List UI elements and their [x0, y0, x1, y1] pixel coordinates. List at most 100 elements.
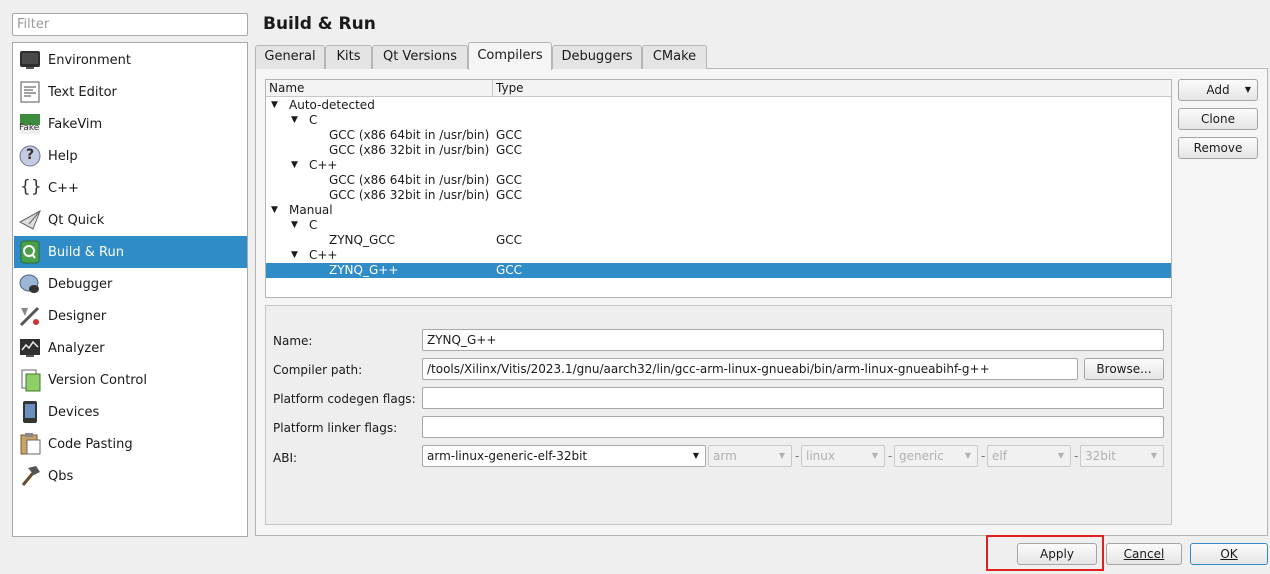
tab-qt-versions[interactable]: Qt Versions — [372, 45, 468, 69]
tab-cmake[interactable]: CMake — [642, 45, 707, 69]
braces-icon: {} — [20, 177, 42, 197]
sidebar-item-label: C++ — [48, 180, 79, 196]
sidebar-item-label: Devices — [48, 404, 100, 420]
abi-arch-select[interactable]: arm ▼ — [708, 445, 792, 467]
debugger-icon — [18, 272, 42, 296]
name-field[interactable]: ZYNQ_G++ — [422, 329, 1164, 351]
sidebar-item-designer[interactable]: Designer — [14, 300, 247, 332]
tab-kits[interactable]: Kits — [325, 45, 372, 69]
tree-row[interactable]: GCC (x86 32bit in /usr/bin) GCC — [266, 143, 1171, 158]
paper-plane-icon — [18, 208, 42, 232]
dropdown-arrow-icon: ▼ — [1150, 451, 1157, 460]
tab-general[interactable]: General — [255, 45, 325, 69]
dropdown-arrow-icon: ▼ — [1057, 451, 1064, 460]
compiler-path-label: Compiler path: — [273, 363, 363, 377]
hammer-icon — [18, 464, 42, 488]
tree-row[interactable]: ▼ Auto-detected — [266, 98, 1171, 113]
sidebar-item-text-editor[interactable]: Text Editor — [14, 76, 247, 108]
tree-row[interactable]: ▼ C++ — [266, 158, 1171, 173]
sidebar-item-label: Code Pasting — [48, 436, 133, 452]
linker-flags-label: Platform linker flags: — [273, 421, 398, 435]
abi-select[interactable]: arm-linux-generic-elf-32bit ▼ — [422, 445, 706, 467]
tree-row[interactable]: GCC (x86 32bit in /usr/bin) GCC — [266, 188, 1171, 203]
monitor-icon — [18, 48, 42, 72]
dropdown-arrow-icon: ▼ — [871, 451, 878, 460]
sidebar-item-help[interactable]: ? Help — [14, 140, 247, 172]
dropdown-arrow-icon: ▼ — [964, 451, 971, 460]
devices-icon — [18, 400, 42, 424]
text-editor-icon — [18, 80, 42, 104]
clone-button[interactable]: Clone — [1178, 108, 1258, 130]
dropdown-arrow-icon: ▼ — [1244, 85, 1251, 94]
linker-flags-field[interactable] — [422, 416, 1164, 438]
tab-debuggers[interactable]: Debuggers — [552, 45, 642, 69]
sidebar-item-label: Environment — [48, 52, 132, 68]
expand-arrow-icon[interactable]: ▼ — [291, 248, 298, 263]
sidebar-item-label: Help — [48, 148, 78, 164]
tree-row[interactable]: GCC (x86 64bit in /usr/bin) GCC — [266, 173, 1171, 188]
remove-button[interactable]: Remove — [1178, 137, 1258, 159]
dropdown-arrow-icon: ▼ — [692, 451, 699, 460]
sidebar-item-environment[interactable]: Environment — [14, 44, 247, 76]
name-label: Name: — [273, 334, 313, 348]
sidebar-item-label: Text Editor — [48, 84, 117, 100]
sidebar-item-debugger[interactable]: Debugger — [14, 268, 247, 300]
codegen-flags-label: Platform codegen flags: — [273, 392, 416, 406]
tree-row[interactable]: ZYNQ_GCC GCC — [266, 233, 1171, 248]
abi-label: ABI: — [273, 451, 298, 465]
sidebar-item-analyzer[interactable]: Analyzer — [14, 332, 247, 364]
abi-flavor-select[interactable]: generic ▼ — [894, 445, 978, 467]
sidebar-item-label: FakeVim — [48, 116, 103, 132]
sidebar-item-label: Version Control — [48, 372, 147, 388]
add-button[interactable]: Add ▼ — [1178, 79, 1258, 101]
filter-input[interactable]: Filter — [12, 13, 248, 36]
compiler-path-field[interactable]: /tools/Xilinx/Vitis/2023.1/gnu/aarch32/l… — [422, 358, 1078, 380]
expand-arrow-icon[interactable]: ▼ — [271, 203, 278, 218]
sidebar-item-cpp[interactable]: {} C++ — [14, 172, 247, 204]
tree-row[interactable]: ▼ Manual — [266, 203, 1171, 218]
tree-row[interactable]: ▼ C++ — [266, 248, 1171, 263]
sidebar-item-code-pasting[interactable]: Code Pasting — [14, 428, 247, 460]
browse-button[interactable]: Browse... — [1084, 358, 1164, 380]
codegen-flags-field[interactable] — [422, 387, 1164, 409]
sidebar-item-qt-quick[interactable]: Qt Quick — [14, 204, 247, 236]
apply-button[interactable]: Apply — [1017, 543, 1097, 565]
abi-wordwidth-select[interactable]: 32bit ▼ — [1080, 445, 1164, 467]
tab-compilers[interactable]: Compilers — [468, 42, 552, 70]
designer-icon — [18, 304, 42, 328]
sidebar-item-fakevim[interactable]: Fake FakeVim — [14, 108, 247, 140]
ok-button[interactable]: OK — [1190, 543, 1268, 565]
tree-row[interactable]: ▼ C — [266, 218, 1171, 233]
tree-row[interactable]: ▼ C — [266, 113, 1171, 128]
sidebar-item-version-control[interactable]: Version Control — [14, 364, 247, 396]
code-pasting-icon — [18, 432, 42, 456]
abi-format-select[interactable]: elf ▼ — [987, 445, 1071, 467]
analyzer-icon — [18, 336, 42, 360]
fakevim-icon: Fake — [18, 112, 42, 136]
expand-arrow-icon[interactable]: ▼ — [291, 158, 298, 173]
sidebar-item-devices[interactable]: Devices — [14, 396, 247, 428]
compiler-tree[interactable]: Name Type ▼ Auto-detected ▼ C GCC (x86 6… — [265, 79, 1172, 298]
column-header-type[interactable]: Type — [493, 80, 1171, 97]
column-header-name[interactable]: Name — [266, 80, 493, 97]
expand-arrow-icon[interactable]: ▼ — [291, 113, 298, 128]
expand-arrow-icon[interactable]: ▼ — [271, 98, 278, 113]
sidebar-item-label: Analyzer — [48, 340, 105, 356]
cancel-button[interactable]: Cancel — [1106, 543, 1182, 565]
page-title: Build & Run — [263, 14, 376, 34]
expand-arrow-icon[interactable]: ▼ — [291, 218, 298, 233]
version-control-icon — [18, 368, 42, 392]
category-list: Environment Text Editor Fake FakeVim ? H… — [12, 42, 248, 537]
sidebar-item-label: Debugger — [48, 276, 113, 292]
sidebar-item-label: Designer — [48, 308, 107, 324]
tree-row[interactable]: GCC (x86 64bit in /usr/bin) GCC — [266, 128, 1171, 143]
sidebar-item-qbs[interactable]: Qbs — [14, 460, 247, 492]
dropdown-arrow-icon: ▼ — [778, 451, 785, 460]
sidebar-item-label: Qbs — [48, 468, 74, 484]
abi-os-select[interactable]: linux ▼ — [801, 445, 885, 467]
tree-row-selected[interactable]: ZYNQ_G++ GCC — [266, 263, 1171, 278]
help-icon: ? — [18, 144, 42, 168]
sidebar-item-label: Qt Quick — [48, 212, 105, 228]
sidebar-item-build-run[interactable]: Build & Run — [14, 236, 247, 268]
build-run-icon — [18, 240, 42, 264]
